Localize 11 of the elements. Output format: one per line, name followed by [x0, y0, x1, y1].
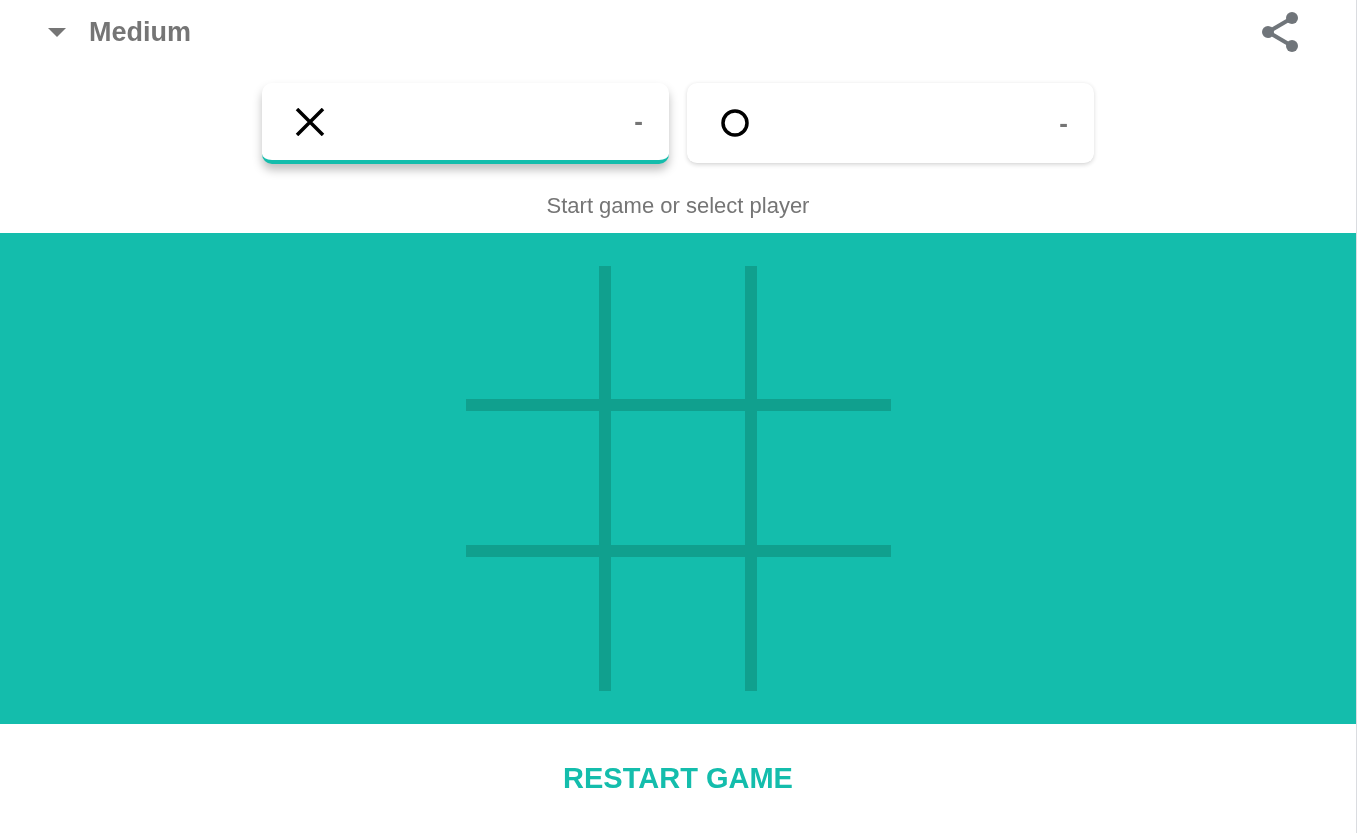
status-text: Start game or select player [546, 193, 810, 219]
share-icon [1260, 11, 1300, 53]
score-text: - [1059, 106, 1068, 140]
score-text: - [634, 105, 643, 138]
restart-button[interactable]: RESTART GAME [547, 748, 809, 809]
cross-icon [295, 107, 325, 136]
caret-down-icon [48, 27, 66, 37]
player-card[interactable]: - [687, 83, 1094, 164]
circle-icon [720, 108, 750, 138]
difficulty-dropdown[interactable]: Medium [48, 11, 191, 53]
player-card[interactable]: - [262, 83, 669, 164]
